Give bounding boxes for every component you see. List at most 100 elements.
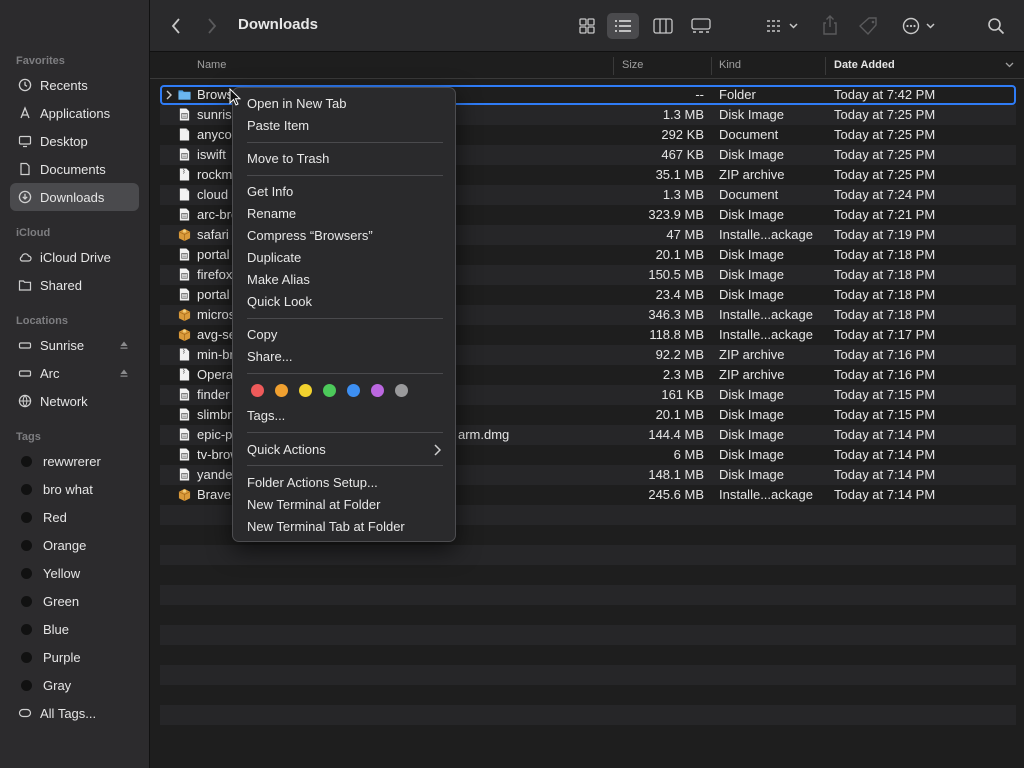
menu-new-terminal[interactable]: New Terminal at Folder [247,497,380,512]
file-date-added: Today at 7:18 PM [834,307,936,322]
column-view-button[interactable] [650,14,676,38]
share-button[interactable] [820,12,840,38]
sidebar-item-label: Shared [40,277,82,293]
tag-dot-icon [21,511,32,523]
file-size: -- [695,87,704,102]
sidebar-tag-gray[interactable]: Gray [10,671,139,699]
sidebar-item-arc[interactable]: Arc [10,359,139,387]
sidebar-item-shared[interactable]: Shared [10,271,139,299]
search-button[interactable] [985,14,1007,38]
menu-tags[interactable]: Tags... [247,408,285,423]
sidebar-item-icloud-drive[interactable]: iCloud Drive [10,243,139,271]
sidebar-item-sunrise[interactable]: Sunrise [10,331,139,359]
sidebar-item-label: Purple [43,649,81,665]
sidebar-item-documents[interactable]: Documents [10,155,139,183]
tag-color-dot-icon[interactable] [275,384,288,397]
sidebar-tag-blue[interactable]: Blue [10,615,139,643]
menu-quick-look[interactable]: Quick Look [247,294,312,309]
sidebar-item-label: Downloads [40,189,105,205]
file-date-added: Today at 7:25 PM [834,167,936,182]
sidebar-tag-orange[interactable]: Orange [10,531,139,559]
eject-icon[interactable] [119,340,129,350]
gallery-view-button[interactable] [688,14,714,38]
file-kind: Disk Image [719,427,785,442]
sidebar-item-label: bro what [43,481,93,497]
sidebar-item-network[interactable]: Network [10,387,139,415]
menu-quick-actions[interactable]: Quick Actions [247,442,326,457]
menu-compress[interactable]: Compress “Browsers” [247,228,373,243]
file-date-added: Today at 7:15 PM [834,407,936,422]
share-icon [823,15,837,35]
shared-folder-icon [18,278,32,292]
back-button[interactable] [168,16,184,36]
package-icon [178,228,191,242]
file-date-added: Today at 7:15 PM [834,387,936,402]
sort-chevron-down-icon[interactable] [1005,62,1014,68]
file-size: 150.5 MB [648,267,704,282]
column-name[interactable]: Name [197,59,226,71]
tag-color-dot-icon[interactable] [251,384,264,397]
column-divider[interactable] [711,57,712,75]
file-name-tail: arm.dmg [458,427,510,442]
sidebar-tag-red[interactable]: Red [10,503,139,531]
column-divider[interactable] [613,57,614,75]
tag-color-dot-icon[interactable] [323,384,336,397]
menu-get-info[interactable]: Get Info [247,184,293,199]
file-kind: Disk Image [719,267,785,282]
column-header: Name Size Kind Date Added [150,53,1024,79]
menu-duplicate[interactable]: Duplicate [247,250,301,265]
file-size: 144.4 MB [648,427,704,442]
menu-new-terminal-tab[interactable]: New Terminal Tab at Folder [247,519,405,534]
menu-move-to-trash[interactable]: Move to Trash [247,151,329,166]
sidebar-item-desktop[interactable]: Desktop [10,127,139,155]
more-actions-button[interactable] [900,14,940,38]
file-kind: Document [719,187,779,202]
sidebar-tag-rewwrerer[interactable]: rewwrerer [10,447,139,475]
sidebar-tag-purple[interactable]: Purple [10,643,139,671]
tag-dot-icon [21,679,32,691]
list-view-button[interactable] [607,13,639,39]
column-size[interactable]: Size [622,59,643,71]
column-divider[interactable] [825,57,826,75]
document-icon [18,162,32,176]
sidebar-item-recents[interactable]: Recents [10,71,139,99]
forward-button[interactable] [204,16,220,36]
menu-copy[interactable]: Copy [247,327,277,342]
menu-folder-actions-setup[interactable]: Folder Actions Setup... [247,475,378,490]
file-date-added: Today at 7:16 PM [834,367,936,382]
tag-color-dot-icon[interactable] [347,384,360,397]
file-name: tv-browser [197,447,235,462]
sidebar-item-label: Sunrise [40,337,85,353]
disk-image-icon [178,208,191,222]
menu-rename[interactable]: Rename [247,206,296,221]
menu-paste-item[interactable]: Paste Item [247,118,309,133]
sidebar-item-downloads[interactable]: Downloads [10,183,139,211]
group-by-button[interactable] [762,14,802,38]
icon-view-button[interactable] [574,14,600,38]
file-size: 118.8 MB [649,327,704,342]
menu-share[interactable]: Share... [247,349,293,364]
column-kind[interactable]: Kind [719,59,741,71]
tag-color-dot-icon[interactable] [299,384,312,397]
tag-color-dot-icon[interactable] [395,384,408,397]
sidebar-item-label: rewwrerer [43,453,101,469]
column-date-added[interactable]: Date Added [834,59,895,71]
disk-image-icon [178,408,191,422]
file-date-added: Today at 7:14 PM [834,467,936,482]
empty-row [160,565,1016,585]
document-icon [178,188,191,202]
list-icon [615,20,631,32]
zip-archive-icon [178,348,191,362]
file-date-added: Today at 7:18 PM [834,287,936,302]
menu-open-in-new-tab[interactable]: Open in New Tab [247,96,347,111]
sidebar-item-applications[interactable]: Applications [10,99,139,127]
menu-make-alias[interactable]: Make Alias [247,272,310,287]
eject-icon[interactable] [119,368,129,378]
sidebar-tag-green[interactable]: Green [10,587,139,615]
tag-button[interactable] [858,14,880,38]
disclosure-chevron-icon[interactable] [165,89,173,101]
tag-color-dot-icon[interactable] [371,384,384,397]
sidebar-tag-bro-what[interactable]: bro what [10,475,139,503]
sidebar-item-all-tags[interactable]: All Tags... [10,699,139,727]
sidebar-tag-yellow[interactable]: Yellow [10,559,139,587]
